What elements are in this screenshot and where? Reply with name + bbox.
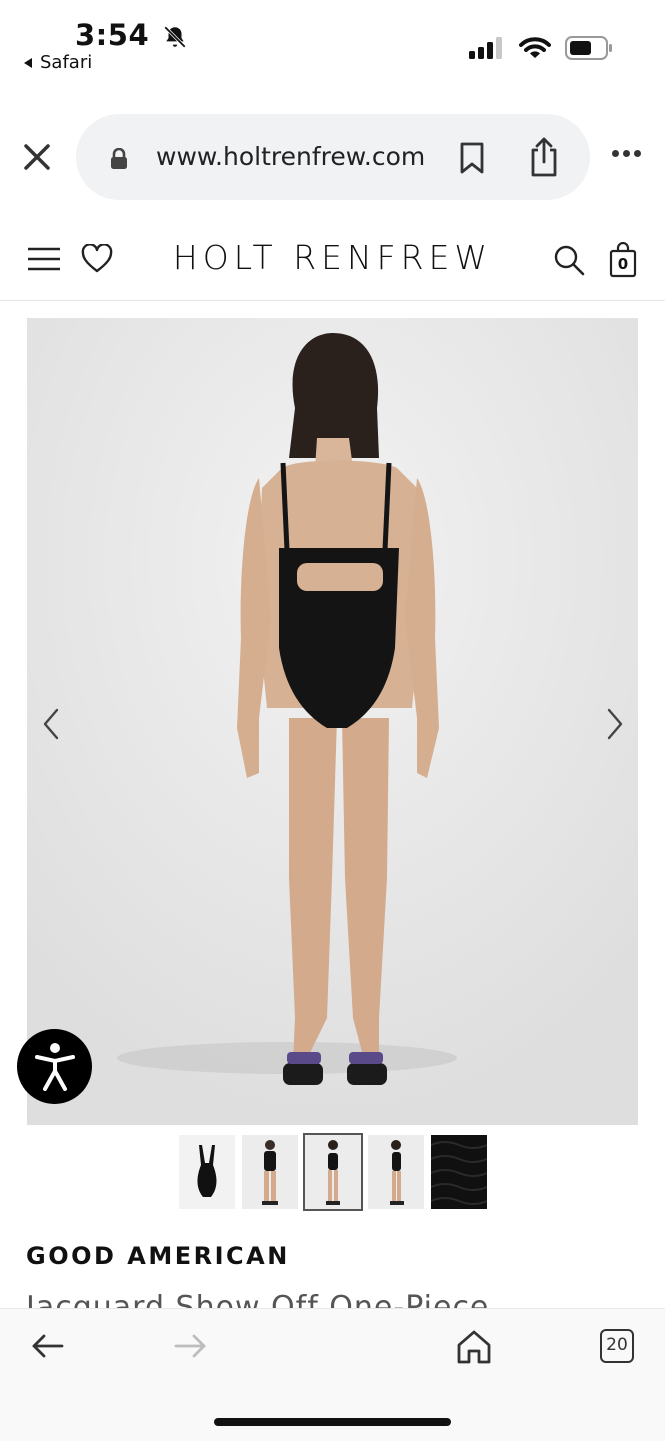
signal-icon — [469, 37, 502, 59]
back-to-app[interactable]: Safari — [22, 52, 92, 73]
back-view-image — [326, 1140, 340, 1205]
lock-icon — [111, 148, 127, 169]
more-options-icon[interactable] — [612, 150, 641, 157]
status-time: 3:54 — [75, 18, 188, 52]
model-photo — [27, 318, 638, 1125]
address-bar[interactable]: www.holtrenfrew.com — [76, 114, 590, 200]
product-brand[interactable]: GOOD AMERICAN — [26, 1242, 290, 1270]
thumbnail-fabric-detail[interactable] — [431, 1135, 487, 1209]
cart-button[interactable]: 0 — [609, 242, 637, 278]
close-tab-icon[interactable] — [20, 140, 54, 174]
back-arrow-icon[interactable] — [31, 1333, 65, 1359]
front-view-image — [262, 1140, 278, 1205]
accessibility-button[interactable] — [17, 1029, 92, 1104]
home-indicator — [214, 1418, 451, 1426]
next-image-chevron-icon[interactable] — [599, 706, 629, 742]
thumbnail-front-view[interactable] — [242, 1135, 298, 1209]
back-triangle-icon — [24, 57, 32, 68]
wifi-icon — [519, 37, 551, 58]
bookmark-icon[interactable] — [458, 141, 486, 175]
accessibility-icon — [34, 1042, 75, 1091]
product-title: Jacquard Show Off One-Piece — [26, 1290, 490, 1308]
status-icons — [469, 36, 613, 60]
fabric-detail-image — [431, 1141, 487, 1205]
prev-image-chevron-icon[interactable] — [37, 706, 67, 742]
tabs-button[interactable]: 20 — [600, 1329, 634, 1363]
home-icon[interactable] — [456, 1329, 492, 1365]
cart-count: 0 — [617, 255, 629, 273]
thumbnail-side-view[interactable] — [368, 1135, 424, 1209]
battery-icon — [565, 36, 612, 60]
thumbnail-back-view[interactable] — [303, 1133, 363, 1211]
swimsuit-flat-image — [197, 1145, 217, 1197]
search-icon[interactable] — [553, 244, 585, 276]
forward-arrow-icon[interactable] — [173, 1333, 207, 1359]
site-header: HOLT RENFREW 0 — [0, 222, 665, 301]
back-app-label: Safari — [40, 52, 93, 73]
product-image[interactable] — [27, 318, 638, 1125]
bell-slash-icon — [163, 26, 186, 48]
tab-count: 20 — [606, 1335, 628, 1355]
share-icon[interactable] — [528, 136, 560, 178]
side-view-image — [390, 1140, 404, 1205]
thumbnail-strip — [179, 1133, 487, 1211]
thumbnail-swimsuit-flat[interactable] — [179, 1135, 235, 1209]
url-text[interactable]: www.holtrenfrew.com — [156, 142, 425, 171]
